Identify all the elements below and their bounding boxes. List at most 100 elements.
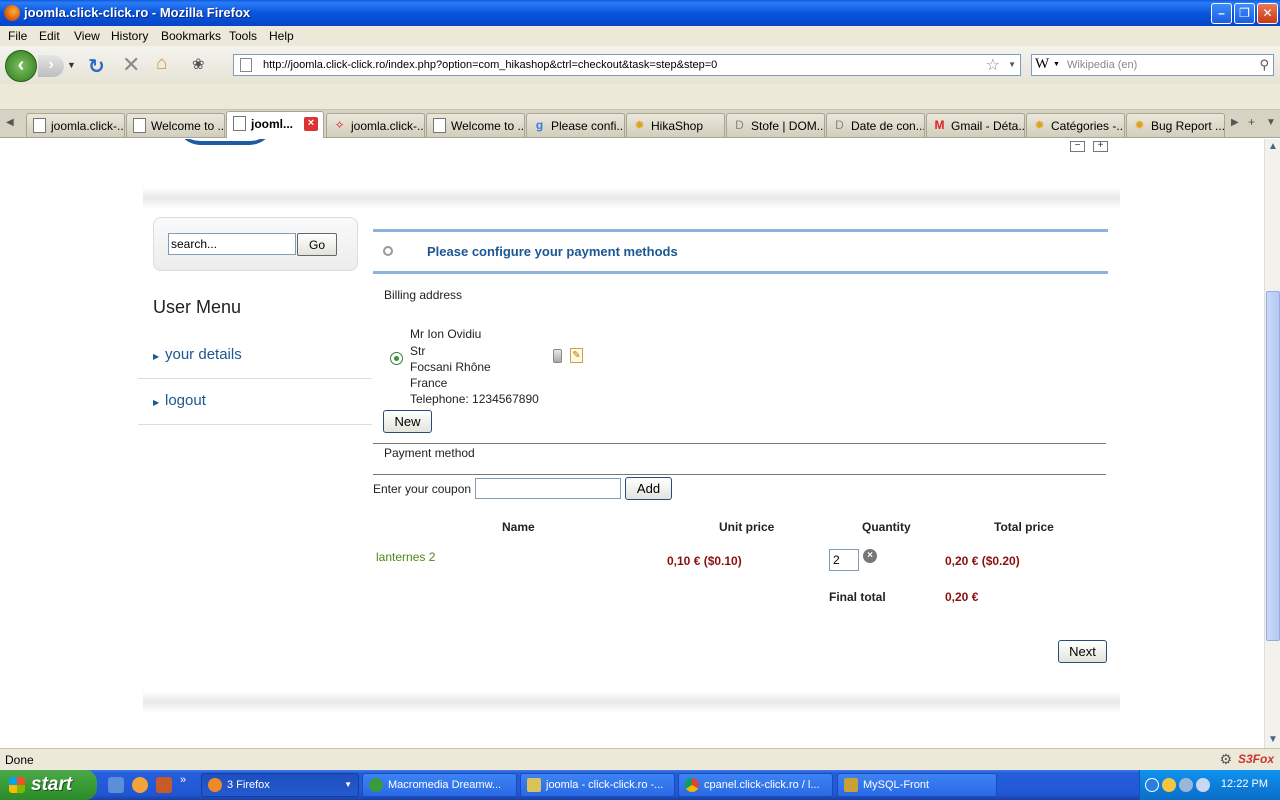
arrow-right-icon: ▶	[153, 352, 160, 361]
total-price: 0,20 € ($0.20)	[945, 554, 1020, 568]
step-label[interactable]: Please configure your payment methods	[427, 244, 678, 259]
tab-scroll-right-icon[interactable]: ▶	[1231, 117, 1239, 128]
tab-4[interactable]: ✧ joomla.click-...	[326, 113, 425, 137]
tray-expand-icon[interactable]	[1145, 778, 1159, 792]
navigation-toolbar: ‹ › ▼ ↻ ✕ ⌂ ❀ http://joomla.click-click.…	[0, 46, 1280, 84]
task-dreamweaver[interactable]: Macromedia Dreamw...	[362, 773, 517, 797]
tab-close-icon[interactable]: ×	[304, 117, 318, 131]
footer-divider	[143, 691, 1120, 713]
google-icon: g	[535, 118, 544, 132]
user-menu-label[interactable]: logout	[165, 392, 206, 409]
quicklaunch-icon[interactable]	[156, 777, 172, 793]
volume-icon[interactable]	[1196, 778, 1210, 792]
url-bar[interactable]: http://joomla.click-click.ro/index.php?o…	[233, 54, 1021, 76]
quicklaunch-more-icon[interactable]: »	[180, 774, 196, 790]
address-line: Str	[410, 344, 426, 358]
tray-clock: 12:22 PM	[1220, 778, 1268, 790]
new-address-button[interactable]: New	[383, 410, 432, 433]
menu-tools[interactable]: Tools	[229, 29, 257, 43]
tab-12[interactable]: ✹ Bug Report ...	[1126, 113, 1225, 137]
search-icon[interactable]: ⚲	[1259, 57, 1269, 73]
search-engine-bar[interactable]: W ▼ Wikipedia (en) ⚲	[1031, 54, 1274, 76]
next-button[interactable]: Next	[1058, 640, 1107, 663]
close-window-button[interactable]: ✕	[1257, 3, 1278, 24]
vertical-scrollbar[interactable]: ▲ ▼	[1264, 139, 1280, 748]
edit-address-icon[interactable]: ✎	[570, 348, 583, 363]
menu-help[interactable]: Help	[269, 29, 294, 43]
reload-icon[interactable]: ↻	[88, 54, 105, 79]
billing-address-radio[interactable]	[390, 352, 403, 365]
tab-6[interactable]: g Please confi...	[526, 113, 625, 137]
task-chrome[interactable]: cpanel.click-click.ro / l...	[678, 773, 833, 797]
remove-item-icon[interactable]: ×	[863, 549, 877, 563]
menu-history[interactable]: History	[111, 29, 148, 43]
tab-label: Catégories -...	[1051, 119, 1125, 133]
tab-label: Date de con...	[851, 119, 925, 133]
menu-view[interactable]: View	[74, 29, 100, 43]
page-icon	[240, 58, 252, 72]
font-increase-button[interactable]: +	[1093, 141, 1108, 152]
tab-9[interactable]: D Date de con...	[826, 113, 925, 137]
tab-3-active[interactable]: jooml... ×	[226, 111, 324, 138]
forward-button[interactable]: ›	[38, 55, 64, 77]
maximize-button[interactable]: ❐	[1234, 3, 1255, 24]
firefox-quicklaunch-icon[interactable]	[132, 777, 148, 793]
mysql-icon	[844, 778, 858, 792]
product-name-link[interactable]: lanternes 2	[376, 550, 435, 564]
tab-label: HikaShop	[651, 119, 704, 133]
s3fox-addon[interactable]: S3Fox	[1238, 752, 1274, 766]
task-label: cpanel.click-click.ro / l...	[704, 779, 820, 791]
start-button[interactable]: start	[0, 770, 97, 800]
tab-7[interactable]: ✹ HikaShop	[626, 113, 725, 137]
network-icon[interactable]	[1179, 778, 1193, 792]
tab-10[interactable]: M Gmail - Déta...	[926, 113, 1025, 137]
unit-price: 0,10 € ($0.10)	[667, 554, 742, 568]
quantity-input[interactable]	[829, 549, 859, 571]
column-header-name: Name	[502, 520, 535, 534]
tab-5[interactable]: Welcome to ...	[426, 113, 525, 137]
tab-11[interactable]: ✹ Catégories -...	[1026, 113, 1125, 137]
scroll-down-icon[interactable]: ▼	[1266, 733, 1280, 747]
coupon-input[interactable]	[475, 478, 621, 499]
user-menu-item-logout[interactable]: ▶ logout	[138, 379, 372, 425]
add-coupon-button[interactable]: Add	[625, 477, 672, 500]
tab-1[interactable]: joomla.click-...	[26, 113, 125, 137]
menu-edit[interactable]: Edit	[39, 29, 60, 43]
minimize-button[interactable]: –	[1211, 3, 1232, 24]
url-dropdown-icon[interactable]: ▼	[1008, 60, 1016, 69]
user-menu-item-your-details[interactable]: ▶ your details	[138, 333, 372, 379]
task-mysql-front[interactable]: MySQL-Front	[837, 773, 997, 797]
back-button[interactable]: ‹	[5, 50, 37, 82]
addon-icon[interactable]: ❀	[192, 55, 205, 73]
search-go-button[interactable]: Go	[297, 233, 337, 256]
task-firefox[interactable]: 3 Firefox ▼	[201, 773, 359, 797]
tab-list-icon[interactable]: ▼	[1266, 117, 1276, 128]
tab-scroll-left-icon[interactable]: ◀	[6, 117, 14, 128]
addon-gear-icon[interactable]: ⚙	[1219, 751, 1232, 768]
new-tab-icon[interactable]: +	[1248, 115, 1255, 129]
show-desktop-icon[interactable]	[108, 777, 124, 793]
task-explorer[interactable]: joomla - click-click.ro -...	[520, 773, 675, 797]
user-menu-label[interactable]: your details	[165, 346, 242, 363]
search-input[interactable]	[168, 233, 296, 255]
menu-bookmarks[interactable]: Bookmarks	[161, 29, 221, 43]
divider	[373, 443, 1106, 444]
engine-dropdown-icon[interactable]: ▼	[1053, 61, 1060, 68]
wikipedia-icon[interactable]: W	[1035, 56, 1049, 73]
stop-icon[interactable]: ✕	[122, 52, 140, 78]
messenger-icon[interactable]	[1162, 778, 1176, 792]
menu-file[interactable]: File	[8, 29, 27, 43]
address-line: Mr Ion Ovidiu	[410, 327, 482, 341]
tab-label: Welcome to ...	[451, 119, 525, 133]
home-icon[interactable]: ⌂	[156, 53, 167, 75]
history-dropdown-icon[interactable]: ▼	[67, 60, 76, 70]
tab-2[interactable]: Welcome to ...	[126, 113, 225, 137]
font-decrease-button[interactable]: −	[1070, 141, 1085, 152]
dreamweaver-icon	[369, 778, 383, 792]
scroll-up-icon[interactable]: ▲	[1266, 140, 1280, 154]
delete-address-icon[interactable]	[553, 349, 562, 363]
bookmark-star-icon[interactable]: ☆	[986, 55, 1000, 75]
tab-8[interactable]: D Stofe | DOM...	[726, 113, 825, 137]
d-icon: D	[835, 118, 844, 132]
scrollbar-thumb[interactable]	[1266, 291, 1280, 641]
